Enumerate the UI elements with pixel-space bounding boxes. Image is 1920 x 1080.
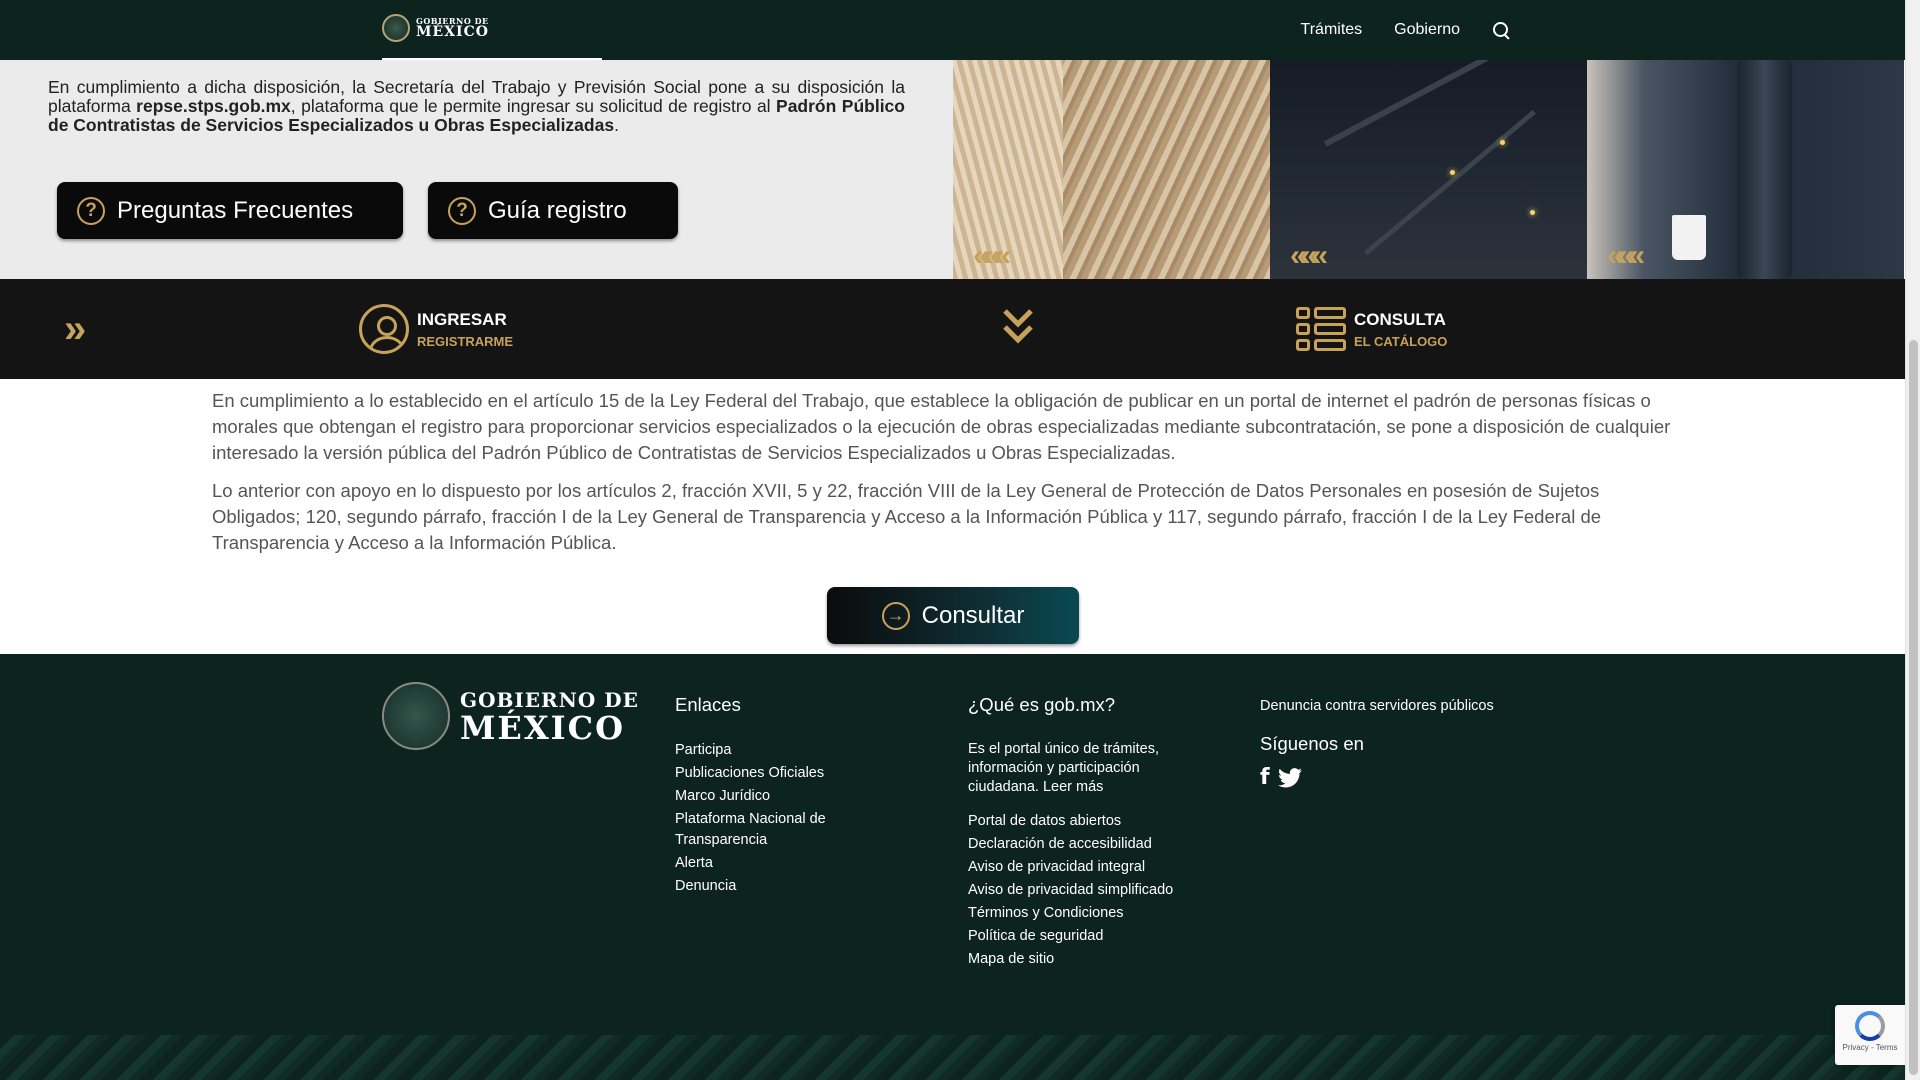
footer-link-denuncia-servidores[interactable]: Denuncia contra servidores públicos bbox=[1260, 696, 1560, 717]
ingresar-link[interactable]: INGRESAR REGISTRARME bbox=[359, 304, 513, 354]
faq-button-label: Preguntas Frecuentes bbox=[117, 196, 354, 224]
ingresar-title: INGRESAR bbox=[417, 309, 507, 329]
footer: GOBIERNO DE MÉXICO Enlaces Participa Pub… bbox=[0, 654, 1905, 1080]
footer-link-denuncia[interactable]: Denuncia bbox=[675, 876, 875, 897]
footer-link-alerta[interactable]: Alerta bbox=[675, 853, 875, 874]
gobierno-logo[interactable]: GOBIERNO DE MÉXICO bbox=[382, 14, 489, 42]
chevron-left-icon[interactable]: ««« bbox=[1607, 241, 1645, 271]
question-icon: ? bbox=[448, 196, 476, 225]
footer-link-privacidad-simplificado[interactable]: Aviso de privacidad simplificado bbox=[968, 880, 1208, 901]
content-paragraph-2: Lo anterior con apoyo en lo dispuesto po… bbox=[212, 480, 1602, 553]
footer-link-participa[interactable]: Participa bbox=[675, 740, 875, 761]
footer-link-marco-juridico[interactable]: Marco Jurídico bbox=[675, 786, 875, 807]
cup-shape bbox=[1672, 215, 1706, 260]
recaptcha-text[interactable]: Privacy - Terms bbox=[1835, 1043, 1905, 1052]
que-es-description: Es el portal único de trámites, informac… bbox=[968, 741, 1160, 795]
ship-beam bbox=[1323, 60, 1557, 147]
page: GOBIERNO DE MÉXICO Trámites Gobierno En … bbox=[0, 0, 1905, 1080]
user-icon bbox=[359, 304, 409, 354]
siguenos-heading: Síguenos en bbox=[1260, 733, 1364, 754]
recaptcha-icon bbox=[1855, 1011, 1885, 1041]
consulta-link[interactable]: CONSULTA EL CATÁLOGO bbox=[1296, 307, 1447, 351]
guide-button[interactable]: ? Guía registro bbox=[428, 182, 678, 239]
carousel-photo-bottle[interactable]: ««« bbox=[1587, 60, 1904, 279]
scrollbar[interactable] bbox=[1905, 0, 1920, 1080]
hero-text-part3: . bbox=[614, 115, 619, 135]
guide-button-label: Guía registro bbox=[488, 196, 627, 224]
recaptcha-badge[interactable]: Privacy - Terms bbox=[1835, 1005, 1905, 1065]
footer-link-datos-abiertos[interactable]: Portal de datos abiertos bbox=[968, 811, 1208, 832]
platform-url: repse.stps.gob.mx bbox=[136, 96, 291, 116]
footer-link-transparencia[interactable]: Plataforma Nacional de Transparencia bbox=[675, 809, 875, 851]
nav-link-tramites[interactable]: Trámites bbox=[1301, 21, 1363, 39]
footer-logo[interactable]: GOBIERNO DE MÉXICO bbox=[382, 682, 639, 750]
enlaces-heading: Enlaces bbox=[675, 694, 741, 715]
footer-link-terminos[interactable]: Términos y Condiciones bbox=[968, 903, 1208, 924]
footer-enlaces: Enlaces Participa Publicaciones Oficiale… bbox=[675, 694, 875, 899]
search-icon[interactable] bbox=[1492, 21, 1510, 39]
action-bar: » INGRESAR REGISTRARME CONSULTA EL CATÁL bbox=[0, 279, 1905, 379]
social-icons: f bbox=[1260, 765, 1560, 790]
logo-line2: MÉXICO bbox=[416, 24, 489, 40]
carousel-photo-baskets[interactable]: ««« bbox=[953, 60, 1270, 279]
content-paragraph-1: En cumplimiento a lo establecido en el a… bbox=[212, 390, 1671, 463]
consulta-title: CONSULTA bbox=[1354, 309, 1446, 329]
ingresar-subtitle: REGISTRARME bbox=[417, 333, 514, 349]
footer-social: Denuncia contra servidores públicos Sígu… bbox=[1260, 696, 1560, 790]
arrow-right-icon: → bbox=[881, 601, 910, 630]
main-content: En cumplimiento a lo establecido en el a… bbox=[212, 388, 1687, 568]
footer-logo-line2: MÉXICO bbox=[460, 709, 625, 747]
consultar-button[interactable]: → Consultar bbox=[827, 587, 1079, 644]
footer-link-publicaciones[interactable]: Publicaciones Oficiales bbox=[675, 763, 875, 784]
nav-links: Trámites Gobierno bbox=[1301, 0, 1510, 60]
scrollbar-thumb[interactable] bbox=[1909, 340, 1918, 1075]
seal-icon bbox=[382, 14, 410, 42]
ship-light bbox=[1450, 170, 1455, 175]
double-chevron-right-icon[interactable]: » bbox=[64, 309, 86, 349]
footer-que-es: ¿Qué es gob.mx? Es el portal único de tr… bbox=[968, 694, 1208, 972]
twitter-icon[interactable] bbox=[1277, 767, 1302, 788]
hero-description: En cumplimiento a dicha disposición, la … bbox=[48, 78, 905, 135]
ship-beam bbox=[1364, 109, 1536, 256]
consultar-button-label: Consultar bbox=[921, 601, 1025, 629]
double-chevron-down-svg bbox=[1003, 309, 1033, 344]
footer-link-accesibilidad[interactable]: Declaración de accesibilidad bbox=[968, 834, 1208, 855]
nav-link-gobierno[interactable]: Gobierno bbox=[1394, 21, 1460, 39]
consulta-subtitle: EL CATÁLOGO bbox=[1354, 333, 1448, 349]
carousel-photo-ship[interactable]: ««« bbox=[1270, 60, 1587, 279]
footer-pattern bbox=[0, 1035, 1905, 1080]
hero-text-part2: , plataforma que le permite ingresar su … bbox=[290, 96, 777, 116]
seal-icon bbox=[382, 682, 450, 750]
ship-light bbox=[1500, 140, 1505, 145]
chevron-left-icon[interactable]: ««« bbox=[1290, 241, 1328, 271]
footer-link-privacidad-integral[interactable]: Aviso de privacidad integral bbox=[968, 857, 1208, 878]
chevron-left-icon[interactable]: ««« bbox=[973, 241, 1011, 271]
footer-link-mapa-sitio[interactable]: Mapa de sitio bbox=[968, 949, 1208, 970]
double-chevron-down-icon[interactable] bbox=[1002, 307, 1034, 347]
facebook-icon[interactable]: f bbox=[1260, 765, 1270, 790]
question-icon: ? bbox=[77, 196, 105, 225]
hero-panel: En cumplimiento a dicha disposición, la … bbox=[0, 60, 953, 279]
footer-link-seguridad[interactable]: Política de seguridad bbox=[968, 926, 1208, 947]
que-es-heading: ¿Qué es gob.mx? bbox=[968, 694, 1116, 715]
top-navbar: GOBIERNO DE MÉXICO Trámites Gobierno bbox=[0, 0, 1905, 60]
list-icon bbox=[1296, 307, 1346, 351]
faq-button[interactable]: ? Preguntas Frecuentes bbox=[57, 182, 403, 239]
ship-light bbox=[1530, 210, 1535, 215]
bottle-shape bbox=[1737, 60, 1792, 279]
